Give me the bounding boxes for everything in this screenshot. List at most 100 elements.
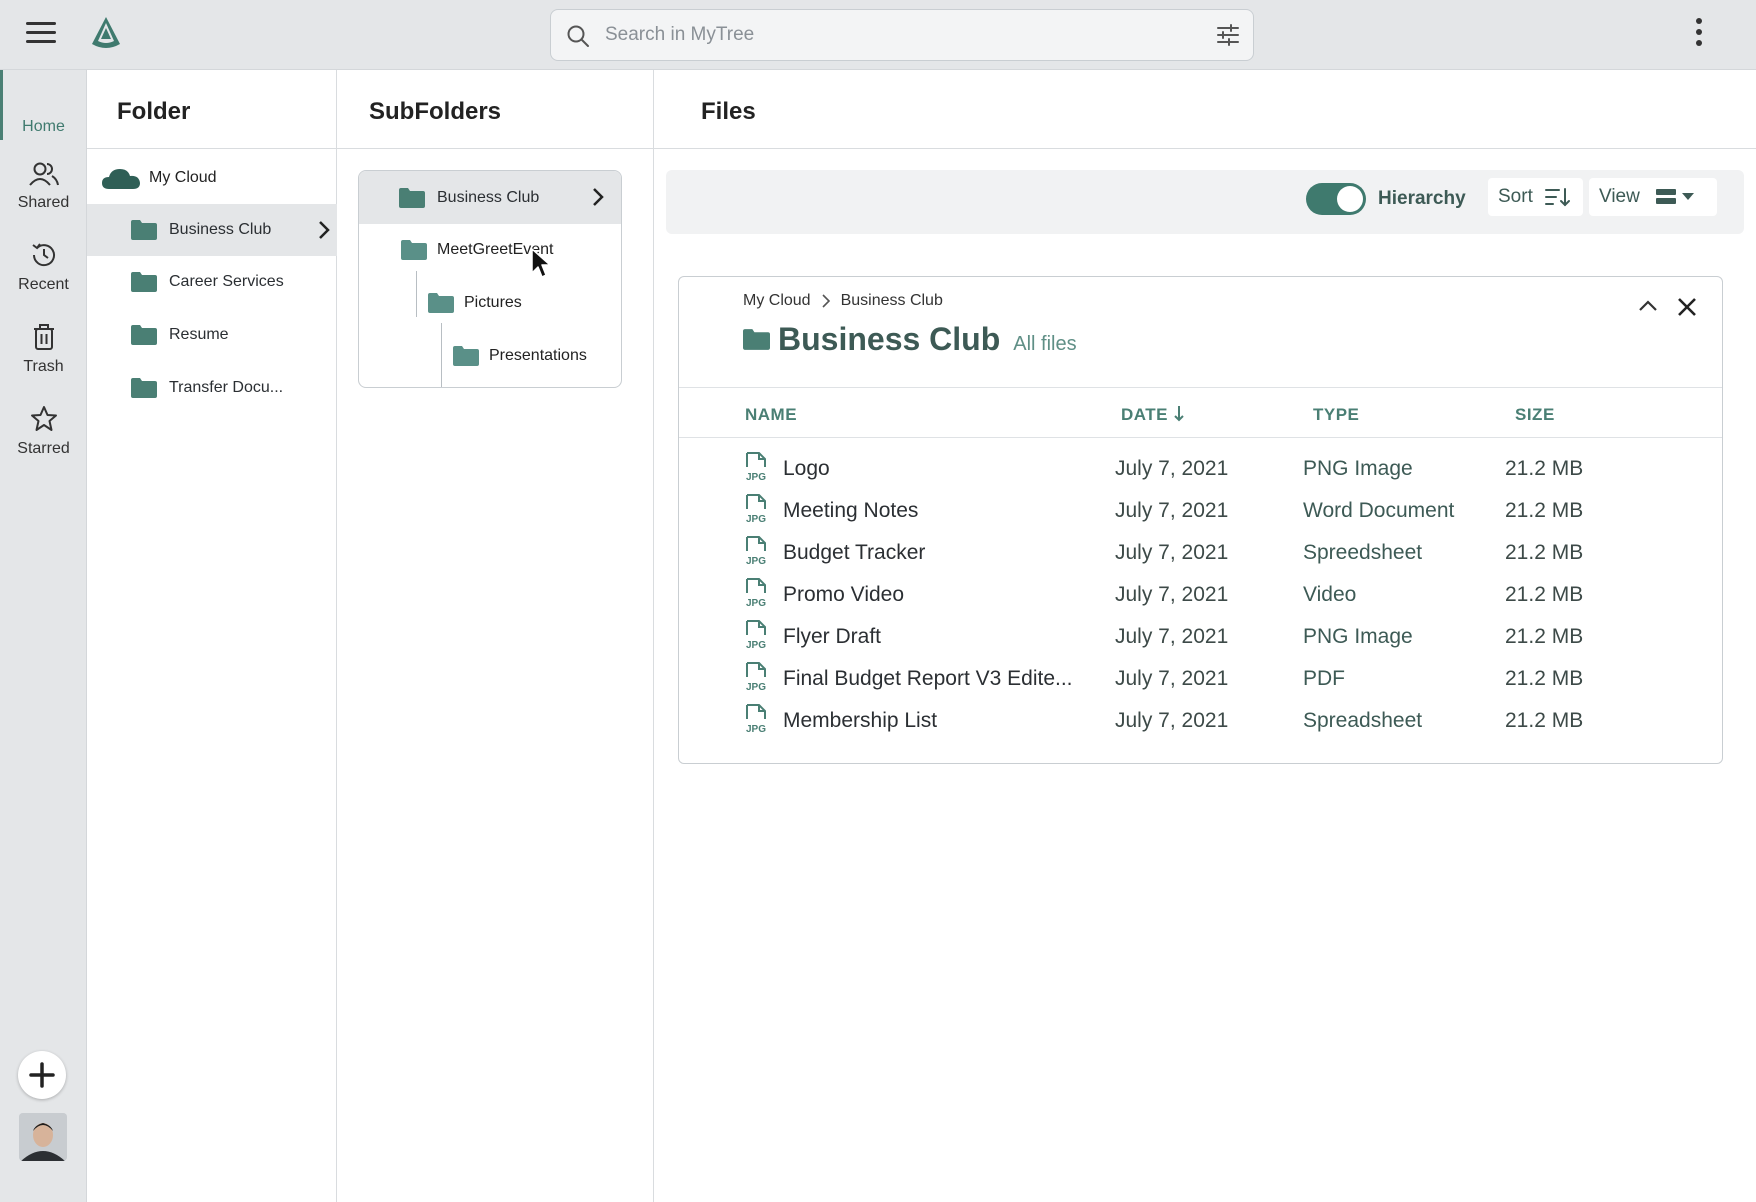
nav-starred-label: Starred xyxy=(17,440,70,457)
folder-item-business-club[interactable]: Business Club xyxy=(87,204,337,256)
file-size: 21.2 MB xyxy=(1505,667,1584,690)
jpg-file-icon: JPG xyxy=(746,704,766,735)
sort-icon xyxy=(1544,188,1570,207)
subfolder-item-meetgreetevent[interactable]: MeetGreetEvent xyxy=(401,240,554,260)
nav-recent[interactable]: Recent xyxy=(0,240,87,294)
files-toolbar: Hierarchy Sort View xyxy=(666,170,1744,234)
subfolder-parent-business-club[interactable]: Business Club xyxy=(359,171,621,224)
subfolders-column: SubFolders Business Club MeetGreetEvent … xyxy=(337,70,654,1202)
star-icon xyxy=(30,406,57,431)
file-row[interactable]: JPG Membership List July 7, 2021 Spreadshee… xyxy=(679,701,1722,743)
search-input[interactable] xyxy=(605,10,1165,60)
file-size: 21.2 MB xyxy=(1505,625,1584,648)
file-name: Promo Video xyxy=(783,583,905,606)
add-button[interactable] xyxy=(18,1051,66,1099)
app-logo-icon[interactable] xyxy=(86,14,126,54)
nav-home[interactable]: Home xyxy=(0,118,87,136)
file-type: Word Document xyxy=(1303,499,1455,522)
chevron-up-icon[interactable] xyxy=(1637,295,1659,317)
folder-icon xyxy=(743,329,770,350)
trash-icon xyxy=(33,324,54,350)
file-size: 21.2 MB xyxy=(1505,583,1584,606)
jpg-file-icon: JPG xyxy=(746,452,766,483)
jpg-file-icon: JPG xyxy=(746,494,766,525)
column-header-size[interactable]: SIZE xyxy=(1515,405,1555,425)
chevron-right-icon[interactable] xyxy=(591,187,605,207)
menu-icon[interactable] xyxy=(26,22,56,46)
file-row[interactable]: JPG Flyer Draft July 7, 2021 PNG Image 21.2 … xyxy=(679,617,1722,659)
sort-button[interactable]: Sort xyxy=(1488,178,1583,216)
svg-text:JPG: JPG xyxy=(746,640,766,651)
column-header-name[interactable]: NAME xyxy=(745,405,797,425)
folder-column-title: Folder xyxy=(87,70,336,149)
close-icon[interactable] xyxy=(1675,295,1699,319)
column-header-date-label: DATE xyxy=(1121,405,1169,424)
subfolder-item-label: MeetGreetEvent xyxy=(437,241,554,258)
folder-item-resume[interactable]: Resume xyxy=(87,309,337,361)
file-date: July 7, 2021 xyxy=(1115,541,1229,564)
folder-item-label: Transfer Docu... xyxy=(169,379,284,396)
plus-icon xyxy=(29,1062,55,1088)
search-icon[interactable] xyxy=(565,23,591,49)
file-row[interactable]: JPG Budget Tracker July 7, 2021 Spreedsheet… xyxy=(679,533,1722,575)
svg-text:JPG: JPG xyxy=(746,598,766,609)
tree-root-my-cloud[interactable]: My Cloud xyxy=(101,160,217,196)
column-header-type[interactable]: TYPE xyxy=(1313,405,1359,425)
files-title: Business Club xyxy=(778,321,1001,357)
file-row[interactable]: JPG Meeting Notes July 7, 2021 Word Documen… xyxy=(679,491,1722,533)
subfolder-item-presentations[interactable]: Presentations xyxy=(453,346,587,366)
view-list-dropdown-icon xyxy=(1655,189,1694,204)
view-button[interactable]: View xyxy=(1589,178,1717,216)
nav-shared[interactable]: Shared xyxy=(0,160,87,212)
folder-icon xyxy=(453,346,479,366)
svg-text:JPG: JPG xyxy=(746,556,766,567)
folder-icon xyxy=(428,293,454,313)
avatar-image xyxy=(19,1113,67,1161)
nav-home-label: Home xyxy=(22,118,65,135)
files-column-title: Files xyxy=(654,70,1756,149)
chevron-right-icon[interactable] xyxy=(317,220,331,240)
file-row[interactable]: JPG Logo July 7, 2021 PNG Image 21.2 MB xyxy=(679,449,1722,491)
user-avatar[interactable] xyxy=(19,1113,67,1161)
more-options-icon[interactable] xyxy=(1684,18,1714,52)
subfolder-tree-card: Business Club MeetGreetEvent Pictures Pr… xyxy=(358,170,622,388)
file-date: July 7, 2021 xyxy=(1115,457,1229,480)
column-header-date[interactable]: DATE xyxy=(1121,405,1185,425)
files-column: Files Hierarchy Sort View My Cloud Busin… xyxy=(654,70,1756,1202)
file-row[interactable]: JPG Final Budget Report V3 Edite... July 7… xyxy=(679,659,1722,701)
nav-starred[interactable]: Starred xyxy=(0,404,87,458)
file-type: PNG Image xyxy=(1303,457,1413,480)
file-size: 21.2 MB xyxy=(1505,457,1584,480)
folder-icon xyxy=(399,187,425,208)
svg-text:JPG: JPG xyxy=(746,514,766,525)
nav-trash[interactable]: Trash xyxy=(0,322,87,376)
file-size: 21.2 MB xyxy=(1505,541,1584,564)
subfolder-item-label: Presentations xyxy=(489,347,587,364)
hierarchy-toggle[interactable] xyxy=(1306,183,1366,215)
file-size: 21.2 MB xyxy=(1505,709,1584,732)
file-name: Budget Tracker xyxy=(783,541,926,564)
file-name: Membership List xyxy=(783,709,938,732)
subfolders-column-title: SubFolders xyxy=(337,70,653,149)
arrow-down-icon xyxy=(1174,406,1184,422)
breadcrumb: My Cloud Business Club xyxy=(743,292,943,310)
filter-sliders-icon[interactable] xyxy=(1215,22,1241,48)
folder-icon xyxy=(131,220,157,240)
folder-item-label: Resume xyxy=(169,326,229,343)
top-bar xyxy=(0,0,1756,70)
folder-item-career-services[interactable]: Career Services xyxy=(87,256,337,308)
folder-item-transfer-documents[interactable]: Transfer Docu... xyxy=(87,362,337,414)
breadcrumb-item[interactable]: Business Club xyxy=(841,292,943,310)
subfolder-item-pictures[interactable]: Pictures xyxy=(428,293,522,313)
files-title-row: Business Club All files xyxy=(743,321,1077,358)
subfolder-item-label: Pictures xyxy=(464,294,522,311)
folder-icon xyxy=(131,378,157,398)
breadcrumb-item[interactable]: My Cloud xyxy=(743,292,811,310)
tree-guide-line xyxy=(441,323,442,387)
view-label: View xyxy=(1599,186,1640,207)
file-date: July 7, 2021 xyxy=(1115,709,1229,732)
people-icon xyxy=(28,162,59,186)
file-row[interactable]: JPG Promo Video July 7, 2021 Video 21.2 MB xyxy=(679,575,1722,617)
file-size: 21.2 MB xyxy=(1505,499,1584,522)
file-date: July 7, 2021 xyxy=(1115,625,1229,648)
